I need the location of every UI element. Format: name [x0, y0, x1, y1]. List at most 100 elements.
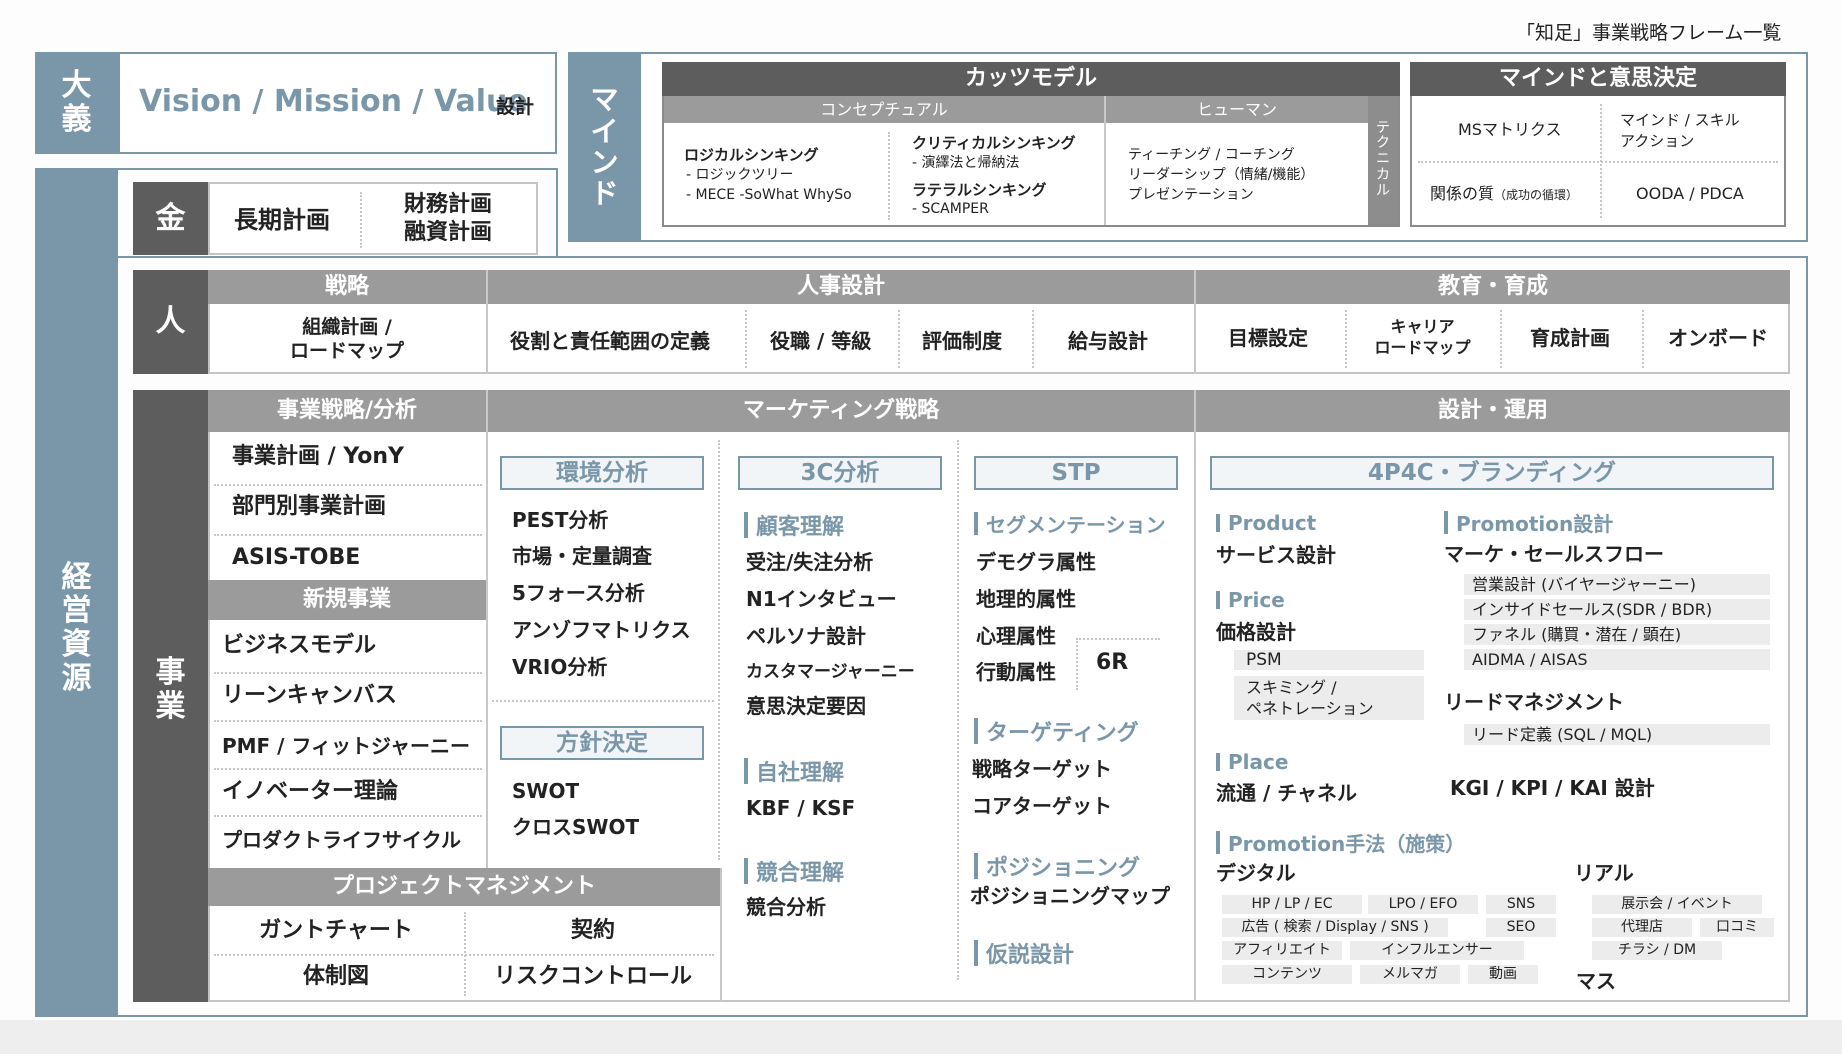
real-chip: 展示会 / イベント: [1592, 895, 1762, 914]
kyoiku-divider: [1500, 310, 1502, 368]
relation-note: （成功の循環）: [1494, 188, 1579, 202]
target-head: ターゲティング: [974, 715, 1139, 747]
kgi-kpi: KGI / KPI / KAI 設計: [1450, 776, 1655, 800]
relation-quality: 関係の質（成功の循環）: [1430, 184, 1578, 203]
senryaku-header: 戦略: [208, 270, 486, 304]
jigyo-label-char: 業: [155, 689, 186, 724]
digital-chip: SNS: [1486, 895, 1556, 914]
marketing-divider: [718, 440, 720, 860]
new-business-item: イノベーター理論: [222, 779, 399, 804]
sixr-label: 6R: [1096, 650, 1129, 675]
logical-item: - ロジックツリー: [686, 167, 794, 183]
env-item: 市場・定量調査: [512, 544, 652, 568]
marketing-divider: [957, 440, 959, 980]
price-chip: PSM: [1234, 650, 1424, 670]
promo-design-head: Promotion設計: [1444, 508, 1613, 537]
env-title: 環境分析: [500, 456, 704, 490]
keiei-label-box: 経 営 資 源: [35, 168, 118, 1017]
jinji-divider: [1032, 310, 1034, 368]
digital-chip: アフィリエイト: [1222, 941, 1342, 960]
customer-item: 意思決定要因: [746, 694, 866, 718]
jinji-divider: [898, 310, 900, 368]
taigi-label-char: 大: [61, 68, 92, 104]
promo-chip: ファネル (購買・潜在 / 顕在): [1464, 624, 1770, 645]
vmv-box: Vision / Mission / Value 設計: [118, 52, 557, 154]
relation-label: 関係の質: [1430, 184, 1495, 203]
kin-label: 金: [155, 201, 186, 236]
digital-label: デジタル: [1216, 861, 1296, 885]
decision-title: マインドと意思決定: [1410, 62, 1786, 96]
evaluation: 評価制度: [922, 329, 1002, 353]
hito-divider: [486, 270, 488, 374]
row-divider: [214, 768, 482, 770]
kyoiku-header: 教育・育成: [1196, 270, 1790, 304]
product-item: サービス設計: [1216, 543, 1336, 567]
customer-item: カスタマージャーニー: [746, 662, 915, 682]
env-item: VRIO分析: [512, 655, 608, 679]
digital-chip: メルマガ: [1360, 965, 1460, 984]
mind-label-char: イ: [590, 114, 619, 148]
promo-chip: インサイドセールス(SDR / BDR): [1464, 599, 1770, 620]
training-plan: 育成計画: [1530, 326, 1610, 350]
policy-item: SWOT: [512, 779, 580, 803]
design-header: 設計・運用: [1196, 390, 1790, 432]
mind-label-box: マ イ ン ド: [568, 52, 641, 242]
env-item: PEST分析: [512, 508, 609, 532]
env-item: 5フォース分析: [512, 581, 645, 605]
page-title: 「知足」事業戦略フレーム一覧: [1516, 22, 1782, 44]
mind-skill: マインド / スキル: [1620, 111, 1740, 129]
new-business-header: 新規事業: [208, 580, 486, 620]
price-head: Price: [1216, 588, 1285, 612]
company-item: KBF / KSF: [746, 796, 856, 820]
promo-chip: AIDMA / AISAS: [1464, 649, 1770, 670]
policy-item: クロスSWOT: [512, 815, 640, 839]
hito-label-box: 人: [133, 270, 208, 374]
customer-item: N1インタビュー: [746, 587, 897, 611]
pm-divider-h: [214, 954, 714, 956]
jigyo-label-char: 事: [155, 655, 186, 691]
new-business-item: ビジネスモデル: [222, 633, 377, 658]
pm-item: 体制図: [302, 964, 369, 989]
vmv-sekkei: 設計: [496, 96, 535, 118]
human-item: ティーチング / コーチング: [1128, 147, 1295, 163]
keiei-label-char: 資: [61, 627, 92, 662]
decision-divider-h: [1418, 161, 1778, 163]
competitor-head: 競合理解: [744, 855, 844, 887]
mind-label-char: マ: [590, 83, 619, 117]
hypo-head: 仮説設計: [974, 937, 1074, 969]
c3-title: 3C分析: [738, 456, 942, 490]
sixr-divider-h: [1076, 638, 1160, 640]
row-divider: [214, 672, 482, 674]
row-divider: [214, 534, 482, 536]
row-divider: [214, 720, 482, 722]
logical-title: ロジカルシンキング: [684, 146, 819, 164]
jinji-header: 人事設計: [488, 270, 1194, 304]
position-grade: 役職 / 等級: [770, 329, 872, 353]
price-chip: スキミング /: [1246, 678, 1337, 697]
logical-item: - MECE -SoWhat WhySo: [686, 187, 852, 203]
target-item: 戦略ターゲット: [972, 757, 1112, 781]
digital-chip: 広告 ( 検索 / Display / SNS ): [1222, 918, 1448, 937]
analysis-item: ASIS-TOBE: [232, 545, 361, 570]
row-divider: [214, 484, 482, 486]
hito-label: 人: [155, 304, 186, 339]
real-label: リアル: [1574, 861, 1634, 885]
human-item: リーダーシップ（情緒/機能）: [1128, 167, 1315, 183]
pm-right-edge: [720, 868, 722, 1002]
real-chip: チラシ / DM: [1592, 941, 1722, 960]
jinji-divider: [745, 310, 747, 368]
vmv-text: Vision / Mission / Value: [139, 84, 528, 119]
jigyo-divider: [1194, 390, 1196, 1002]
policy-title: 方針決定: [500, 726, 704, 760]
stp-title: STP: [974, 456, 1178, 490]
career: キャリア: [1390, 317, 1455, 336]
kin-content: 長期計画 財務計画 融資計画: [208, 182, 538, 255]
lateral-title: ラテラルシンキング: [912, 181, 1047, 199]
analysis-header: 事業戦略/分析: [208, 390, 486, 432]
new-business-item: リーンキャンバス: [222, 683, 397, 708]
katz-title: カッツモデル: [662, 62, 1400, 96]
career-roadmap: ロードマップ: [1374, 338, 1471, 357]
critical-item: - 演繹法と帰納法: [912, 155, 1020, 171]
new-business-item: PMF / フィットジャーニー: [222, 734, 471, 758]
seg-item: 行動属性: [976, 660, 1056, 684]
